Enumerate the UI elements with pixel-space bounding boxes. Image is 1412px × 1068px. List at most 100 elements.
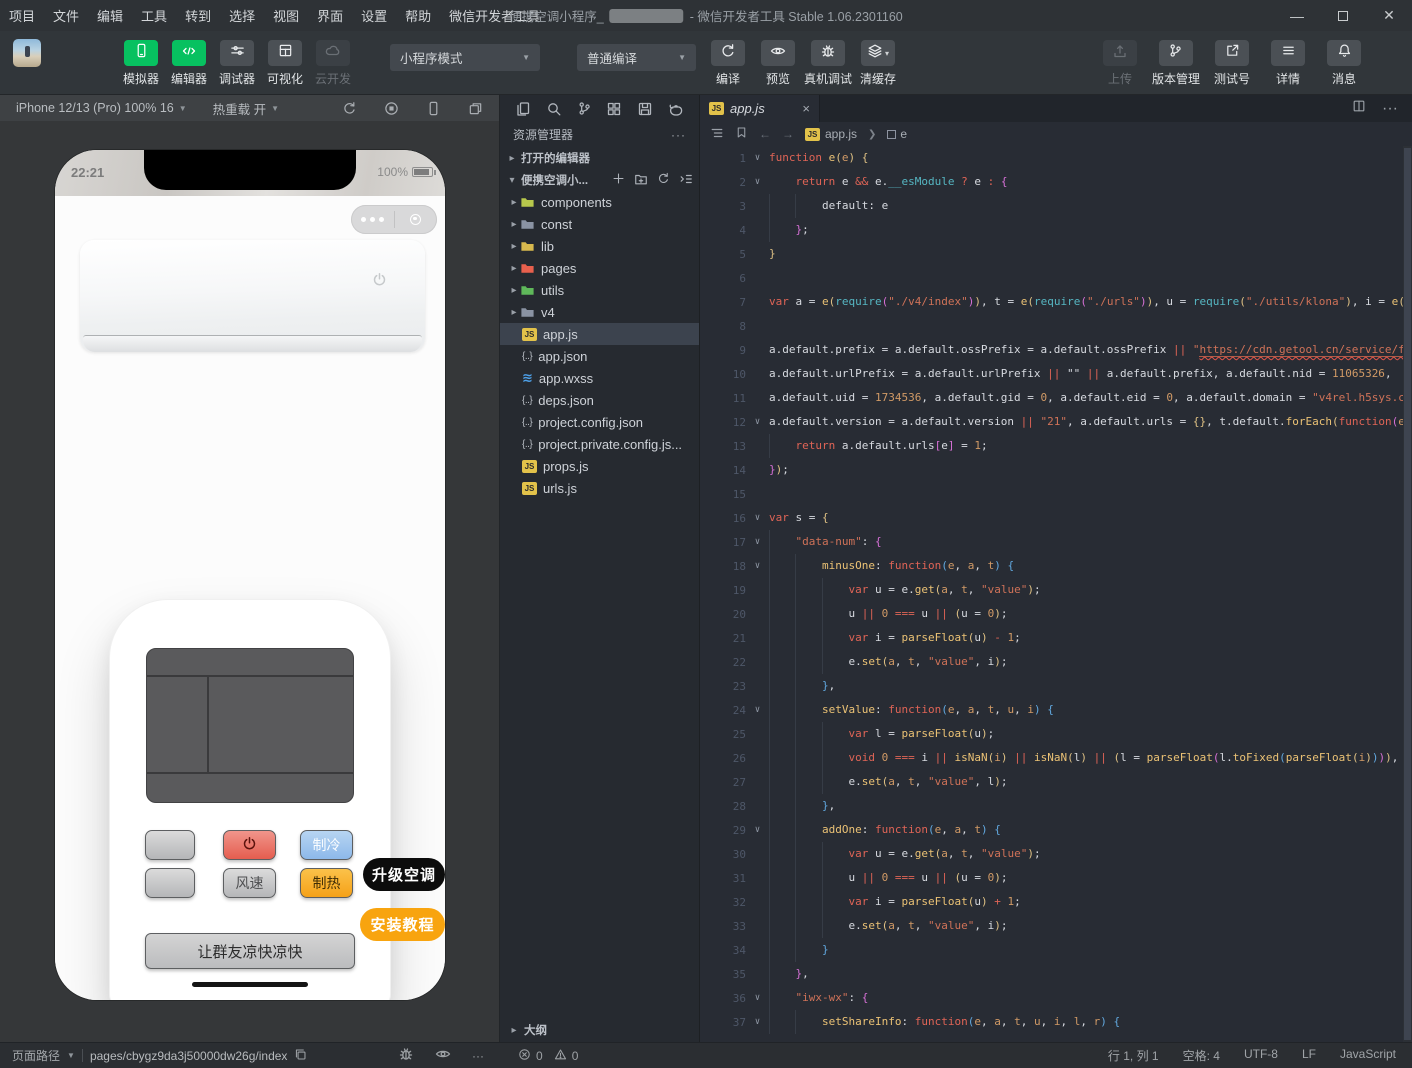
code-text[interactable]: u || 0 === u || (u = 0);	[769, 602, 1403, 626]
breadcrumb-symbol[interactable]: e	[887, 127, 907, 141]
restart-icon[interactable]	[342, 101, 357, 116]
code-text[interactable]: var a = e(require("./v4/index")), t = e(…	[769, 290, 1403, 314]
tab-app-js[interactable]: JS app.js ×	[700, 95, 820, 122]
collapse-all-icon[interactable]	[679, 172, 693, 189]
device-selector[interactable]: iPhone 12/13 (Pro) 100% 16▼	[16, 101, 187, 115]
code-text[interactable]: function e(e) {	[769, 146, 1403, 170]
fold-chevron-icon[interactable]: ∨	[746, 825, 769, 835]
code-text[interactable]: e.set(a, t, "value", i);	[769, 914, 1403, 938]
new-file-icon[interactable]	[612, 172, 625, 188]
toolbar-button-phone[interactable]: 模拟器	[117, 40, 165, 87]
mode-dropdown[interactable]: 小程序模式▼	[390, 44, 540, 71]
code-text[interactable]: e.set(a, t, "value", l);	[769, 770, 1403, 794]
code-text[interactable]: },	[769, 674, 1403, 698]
code-text[interactable]: var i = parseFloat(u) - 1;	[769, 626, 1403, 650]
indent-setting[interactable]: 空格: 4	[1183, 1047, 1220, 1064]
file-project.config.json[interactable]: {..}project.config.json	[500, 411, 699, 433]
code-text[interactable]: setValue: function(e, a, t, u, i) {	[769, 698, 1403, 722]
file-app.json[interactable]: {..}app.json	[500, 345, 699, 367]
debug-icon[interactable]	[398, 1046, 414, 1065]
toolbar-button-eye[interactable]: 预览	[754, 40, 802, 87]
heat-button[interactable]: 制热	[300, 868, 353, 898]
split-editor-icon[interactable]	[1352, 99, 1366, 118]
code-text[interactable]: });	[769, 458, 1403, 482]
file-app.js[interactable]: JSapp.js	[500, 323, 699, 345]
code-text[interactable]: "iwx-wx": {	[769, 986, 1403, 1010]
menu-item-4[interactable]: 转到	[176, 6, 220, 25]
code-text[interactable]: "data-num": {	[769, 530, 1403, 554]
page-path-label[interactable]: 页面路径	[12, 1047, 60, 1064]
code-text[interactable]: },	[769, 962, 1403, 986]
close-button[interactable]: ✕	[1366, 0, 1412, 31]
language-mode[interactable]: JavaScript	[1340, 1047, 1396, 1064]
file-app.wxss[interactable]: ≋app.wxss	[500, 367, 699, 389]
minimize-button[interactable]: —	[1274, 0, 1320, 31]
copy-path-icon[interactable]	[294, 1048, 307, 1064]
toolbar-button-tune[interactable]: 调试器	[213, 40, 261, 87]
more-icon[interactable]: ···	[472, 1049, 484, 1063]
code-text[interactable]: return a.default.urls[e] = 1;	[769, 434, 1403, 458]
code-text[interactable]: default: e	[769, 194, 1403, 218]
more-icon[interactable]: ···	[671, 128, 686, 142]
toolbar-button-layers[interactable]: ▾清缓存	[854, 40, 902, 87]
file-props.js[interactable]: JSprops.js	[500, 455, 699, 477]
extensions-icon[interactable]	[606, 101, 622, 117]
toolbar-button-external[interactable]: 测试号	[1208, 40, 1256, 87]
install-tutorial-tag[interactable]: 安装教程	[360, 908, 445, 941]
folder-pages[interactable]: ▸pages	[500, 257, 699, 279]
maximize-button[interactable]	[1320, 0, 1366, 31]
search-icon[interactable]	[546, 101, 562, 117]
code-text[interactable]: var s = {	[769, 506, 1403, 530]
code-text[interactable]	[769, 482, 1403, 506]
close-tab-icon[interactable]: ×	[802, 101, 810, 116]
menu-item-2[interactable]: 编辑	[88, 6, 132, 25]
more-dots-icon[interactable]	[351, 217, 394, 222]
toolbar-button-list[interactable]: 详情	[1264, 40, 1312, 87]
multi-window-icon[interactable]	[468, 101, 483, 116]
user-avatar[interactable]	[13, 39, 41, 67]
code-text[interactable]: var l = parseFloat(u);	[769, 722, 1403, 746]
hot-reload-toggle[interactable]: 热重载 开▼	[213, 99, 279, 118]
outline-list-icon[interactable]	[710, 126, 724, 143]
toolbar-button-code[interactable]: 编辑器	[165, 40, 213, 87]
fold-chevron-icon[interactable]: ∨	[746, 993, 769, 1003]
capsule-menu[interactable]	[351, 205, 437, 234]
exit-circle-icon[interactable]	[395, 214, 438, 225]
menu-item-7[interactable]: 界面	[308, 6, 352, 25]
menu-item-1[interactable]: 文件	[44, 6, 88, 25]
preview-icon[interactable]	[435, 1046, 451, 1065]
breadcrumb-file[interactable]: JS app.js	[805, 127, 857, 141]
record-icon[interactable]	[384, 101, 399, 116]
code-text[interactable]: };	[769, 218, 1403, 242]
code-text[interactable]: return e && e.__esModule ? e : {	[769, 170, 1403, 194]
toolbar-button-upload[interactable]: 上传	[1096, 40, 1144, 87]
nav-forward-icon[interactable]: →	[782, 127, 794, 141]
toolbar-button-bell[interactable]: 消息	[1320, 40, 1368, 87]
nav-back-icon[interactable]: ←	[759, 127, 771, 141]
problems-counter[interactable]: 0 0	[500, 1048, 700, 1064]
compile-dropdown[interactable]: 普通编译▼	[577, 44, 696, 71]
fold-chevron-icon[interactable]: ∨	[746, 153, 769, 163]
files-icon[interactable]	[515, 101, 531, 117]
encoding[interactable]: UTF-8	[1244, 1047, 1278, 1064]
editor-more-icon[interactable]: ···	[1382, 100, 1398, 118]
fold-chevron-icon[interactable]: ∨	[746, 705, 769, 715]
menu-item-9[interactable]: 帮助	[396, 6, 440, 25]
code-text[interactable]: e.set(a, t, "value", i);	[769, 650, 1403, 674]
code-text[interactable]: a.default.version = a.default.version ||…	[769, 410, 1403, 434]
source-control-icon[interactable]	[577, 101, 592, 116]
code-text[interactable]: a.default.urlPrefix = a.default.urlPrefi…	[769, 362, 1403, 386]
fan-speed-button[interactable]: 风速	[223, 868, 276, 898]
code-text[interactable]: }	[769, 242, 1403, 266]
file-deps.json[interactable]: {..}deps.json	[500, 389, 699, 411]
code-text[interactable]: var i = parseFloat(u) + 1;	[769, 890, 1403, 914]
folder-v4[interactable]: ▸v4	[500, 301, 699, 323]
code-text[interactable]	[769, 314, 1403, 338]
file-project.private.config.js...[interactable]: {..}project.private.config.js...	[500, 433, 699, 455]
code-text[interactable]: }	[769, 938, 1403, 962]
code-text[interactable]: u || 0 === u || (u = 0);	[769, 866, 1403, 890]
fold-chevron-icon[interactable]: ∨	[746, 513, 769, 523]
share-button[interactable]: 让群友凉快凉快	[145, 933, 355, 969]
code-text[interactable]: addOne: function(e, a, t) {	[769, 818, 1403, 842]
fold-chevron-icon[interactable]: ∨	[746, 537, 769, 547]
